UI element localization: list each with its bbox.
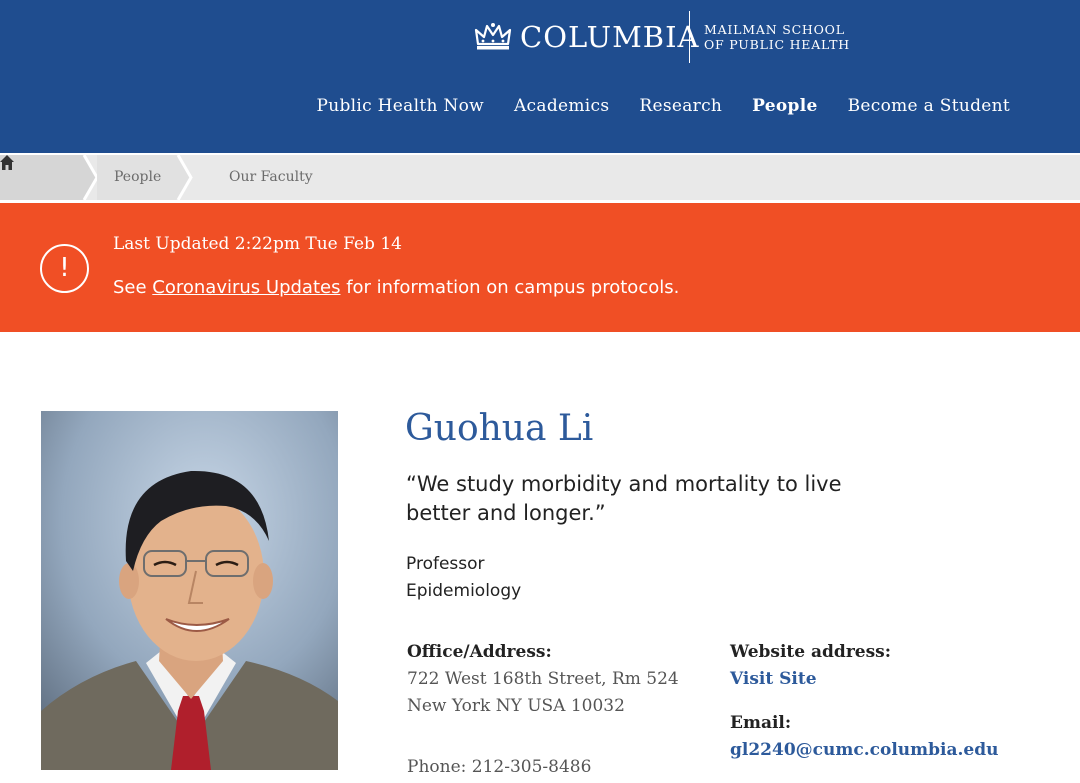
school-line-1: MAILMAN SCHOOL [704, 22, 845, 37]
coronavirus-updates-link[interactable]: Coronavirus Updates [152, 277, 340, 298]
nav-public-health-now[interactable]: Public Health Now [317, 96, 484, 116]
alert-text-before: See [113, 277, 153, 298]
visit-site-link[interactable]: Visit Site [730, 669, 817, 689]
school-name[interactable]: MAILMAN SCHOOL OF PUBLIC HEALTH [704, 22, 850, 52]
site-header: COLUMBIA MAILMAN SCHOOL OF PUBLIC HEALTH… [0, 0, 1080, 153]
nav-research[interactable]: Research [639, 96, 722, 116]
faculty-department: Epidemiology [406, 581, 522, 601]
faculty-quote: “We study morbidity and mortality to liv… [406, 472, 842, 525]
email-label: Email: [730, 713, 792, 733]
breadcrumb-item-our-faculty: Our Faculty [229, 169, 313, 185]
website-address-label: Website address: [730, 642, 892, 662]
email-link[interactable]: gl2240@cumc.columbia.edu [730, 740, 998, 760]
alert-text-after: for information on campus protocols. [340, 277, 680, 298]
phone-number: Phone: 212-305-8486 [407, 757, 592, 777]
faculty-title: Professor [406, 554, 485, 574]
breadcrumb-background [0, 155, 193, 200]
logo-divider [689, 11, 690, 63]
alert-title: Last Updated 2:22pm Tue Feb 14 [113, 234, 402, 254]
breadcrumb: People Our Faculty [0, 155, 1080, 200]
exclamation-circle-icon: ! [40, 244, 89, 293]
home-icon[interactable] [0, 155, 14, 170]
nav-people[interactable]: People [752, 96, 817, 116]
nav-academics[interactable]: Academics [514, 96, 609, 116]
office-address-label: Office/Address: [407, 642, 552, 662]
columbia-crown-logo[interactable] [474, 22, 512, 52]
profile-photo [41, 411, 338, 770]
address-line-2: New York NY USA 10032 [407, 696, 625, 716]
columbia-wordmark[interactable]: COLUMBIA [520, 20, 699, 54]
alert-banner: ! Last Updated 2:22pm Tue Feb 14 See Cor… [0, 203, 1080, 332]
alert-text: See Coronavirus Updates for information … [113, 277, 679, 298]
breadcrumb-item-people[interactable]: People [114, 169, 161, 185]
address-line-1: 722 West 168th Street, Rm 524 [407, 669, 679, 689]
school-line-2: OF PUBLIC HEALTH [704, 37, 850, 52]
nav-become-a-student[interactable]: Become a Student [848, 96, 1010, 116]
main-nav: Public Health Now Academics Research Peo… [317, 96, 1011, 116]
faculty-name: Guohua Li [405, 408, 594, 449]
